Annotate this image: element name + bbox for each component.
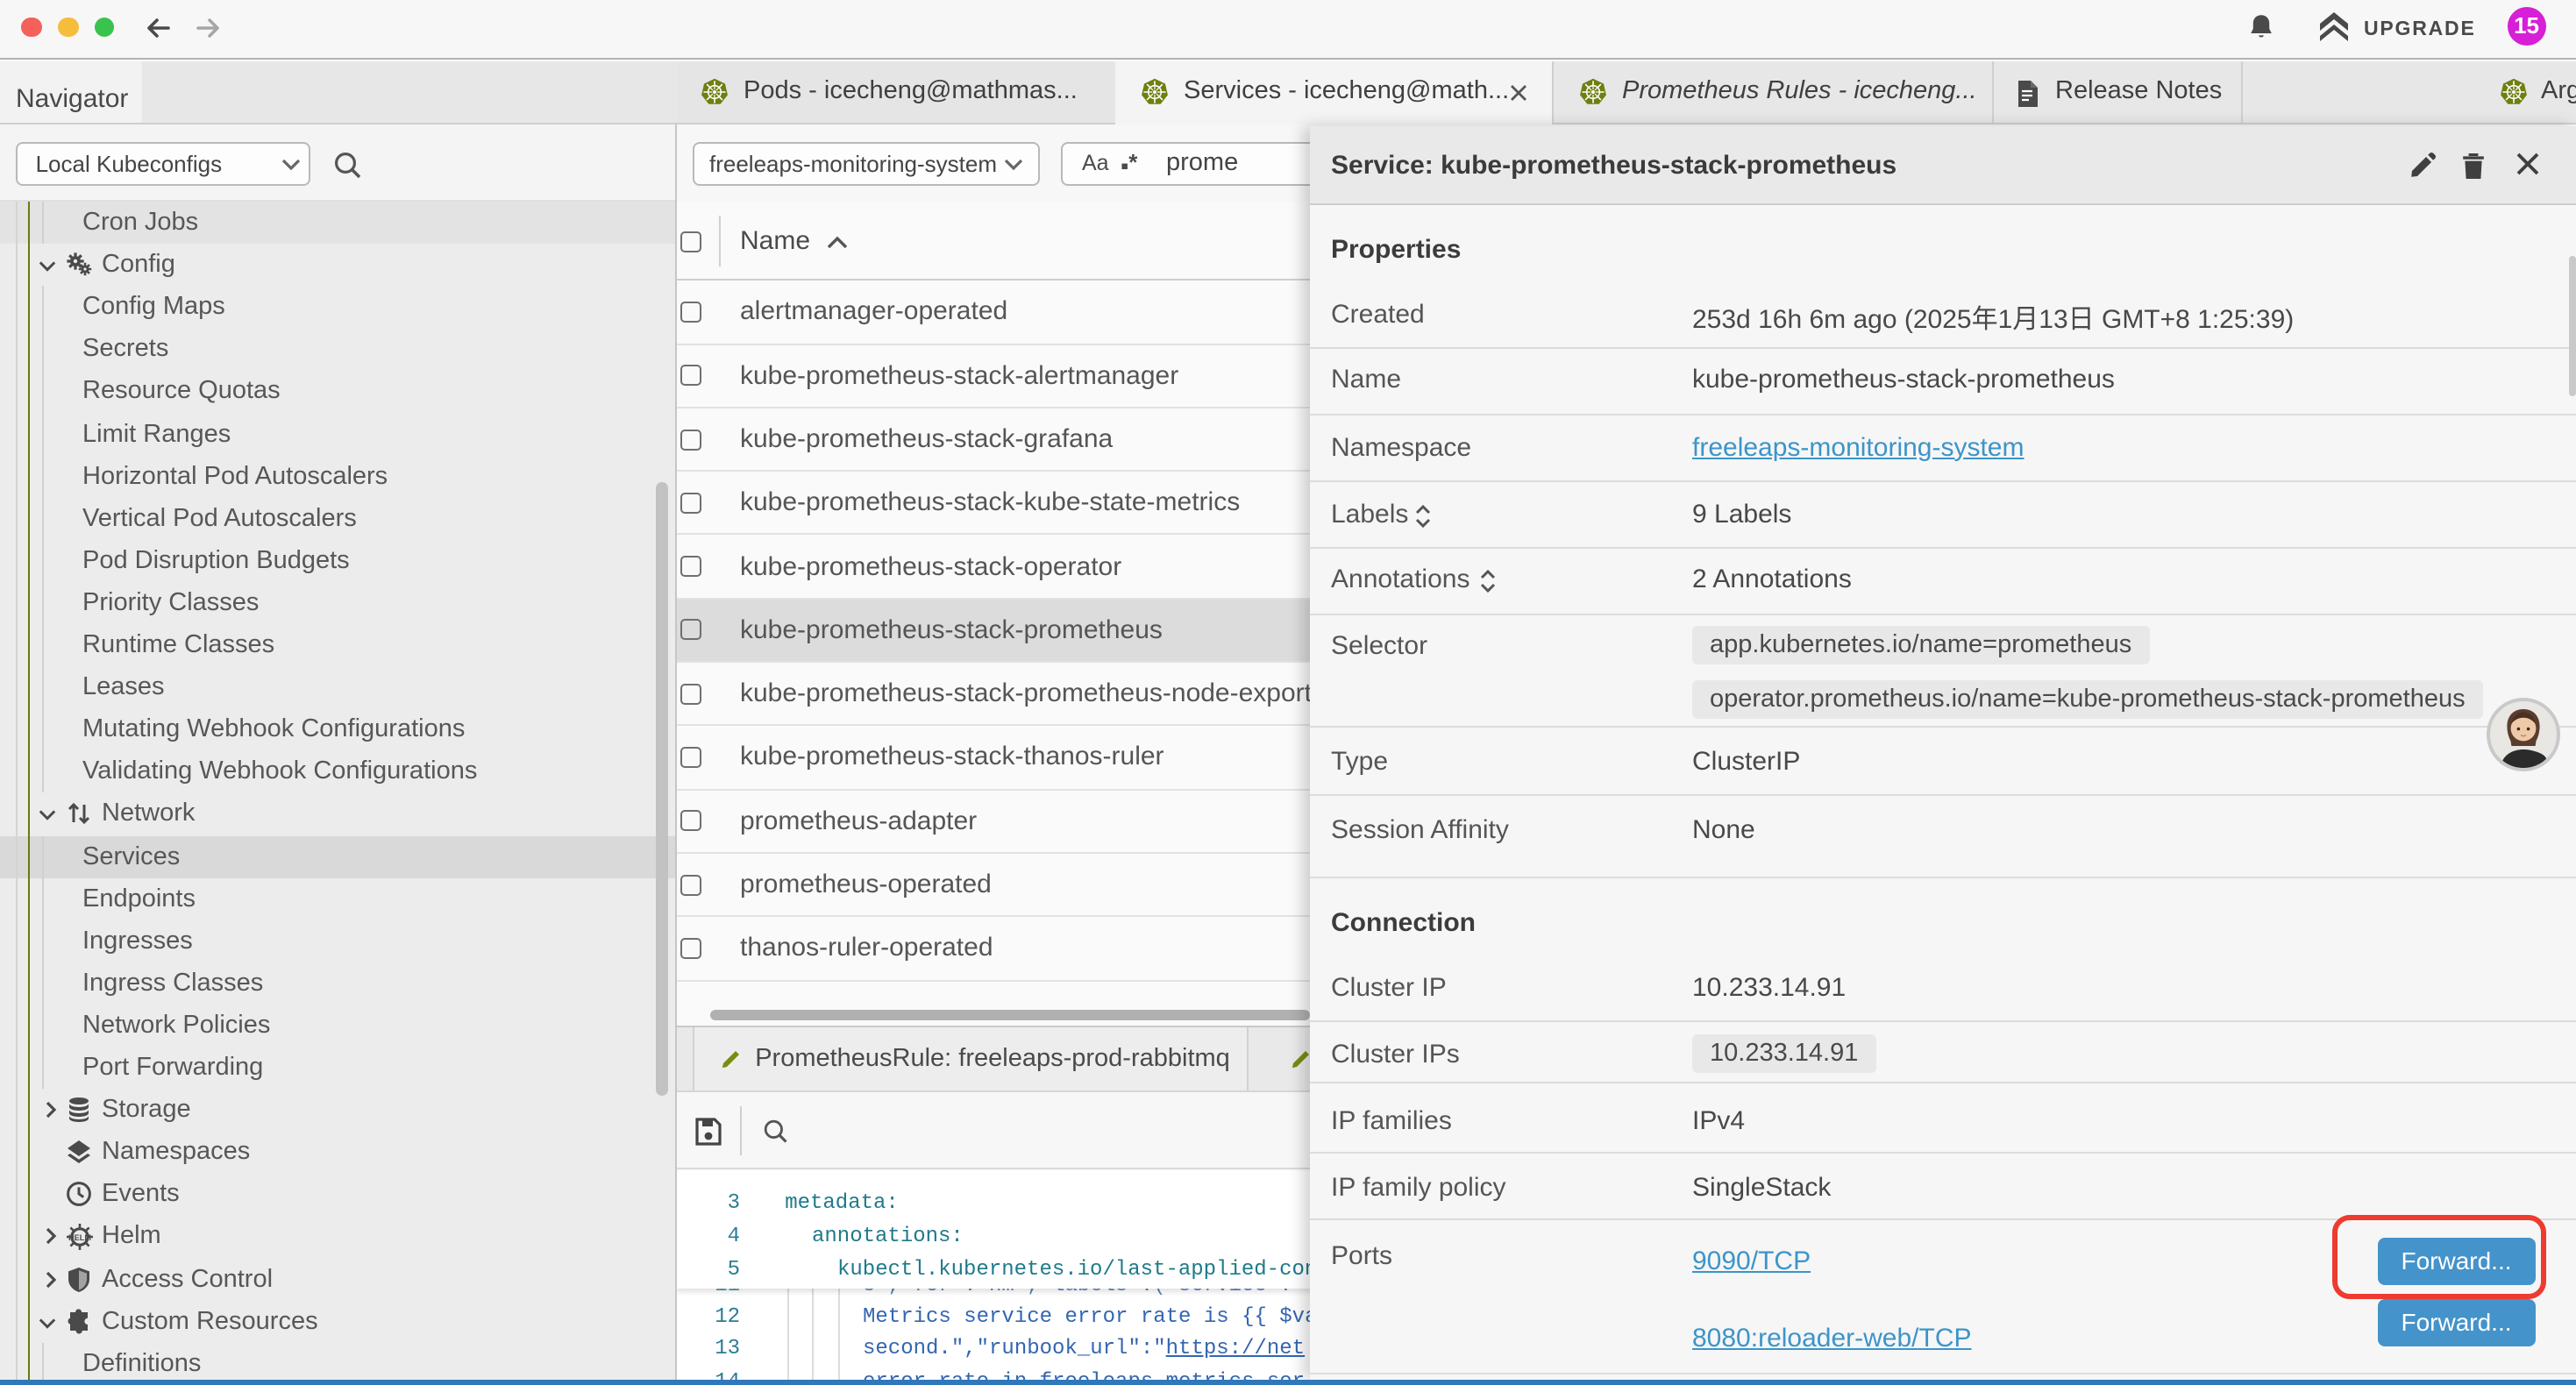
svg-text:HELM: HELM	[68, 1234, 91, 1243]
